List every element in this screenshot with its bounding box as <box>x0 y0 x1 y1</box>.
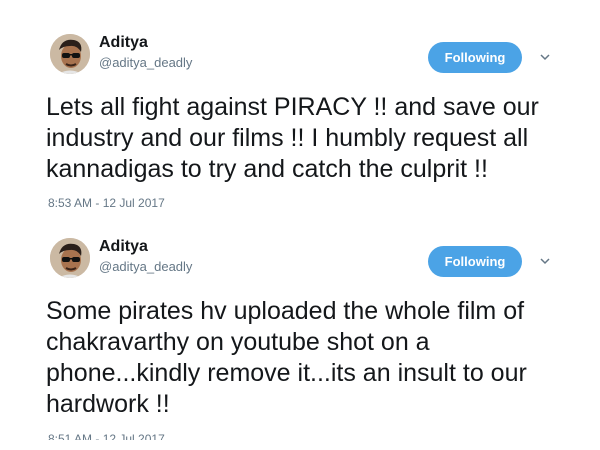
tweet-text: Lets all fight against PIRACY !! and sav… <box>46 93 539 183</box>
tweet-timestamp[interactable]: 8:51 AM - 12 Jul 2017 <box>48 432 165 440</box>
chevron-down-icon[interactable] <box>539 256 551 266</box>
avatar[interactable] <box>50 34 90 74</box>
author-name[interactable]: Aditya <box>99 34 148 52</box>
tweet-text: Some pirates hv uploaded the whole film … <box>46 297 527 418</box>
following-button[interactable]: Following <box>428 42 522 73</box>
author-name[interactable]: Aditya <box>99 238 148 256</box>
chevron-down-icon[interactable] <box>539 52 551 62</box>
tweet-timestamp[interactable]: 8:53 AM - 12 Jul 2017 <box>48 196 165 210</box>
avatar[interactable] <box>50 238 90 278</box>
author-handle[interactable]: @aditya_deadly <box>99 55 192 70</box>
author-handle[interactable]: @aditya_deadly <box>99 259 192 274</box>
following-button[interactable]: Following <box>428 246 522 277</box>
